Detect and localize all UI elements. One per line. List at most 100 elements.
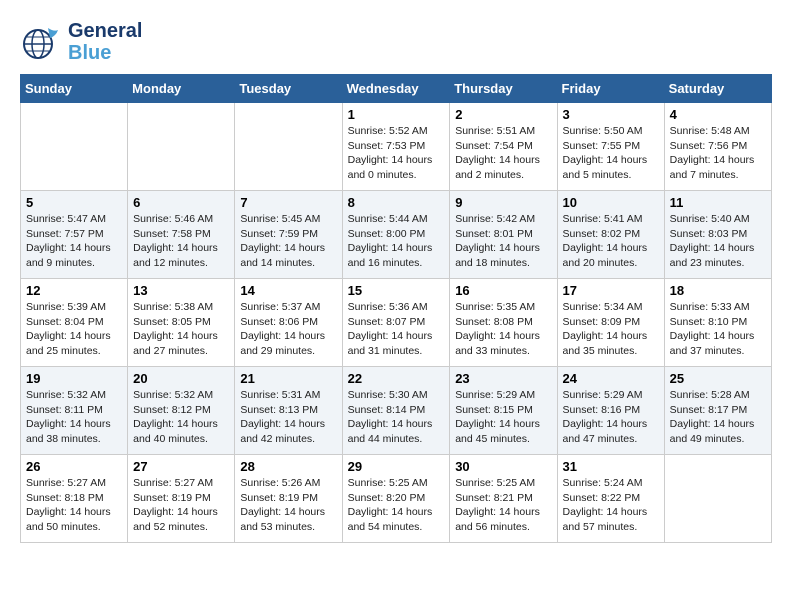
day-number: 19 <box>26 371 122 386</box>
calendar-cell: 10 Sunrise: 5:41 AM Sunset: 8:02 PM Dayli… <box>557 191 664 279</box>
calendar-cell: 31 Sunrise: 5:24 AM Sunset: 8:22 PM Dayli… <box>557 455 664 543</box>
day-info: Sunrise: 5:33 AM Sunset: 8:10 PM Dayligh… <box>670 300 766 359</box>
day-number: 14 <box>240 283 336 298</box>
calendar-cell: 9Sunrise: 5:42 AM Sunset: 8:01 PM Daylig… <box>450 191 557 279</box>
calendar-cell: 12 Sunrise: 5:39 AM Sunset: 8:04 PM Dayli… <box>21 279 128 367</box>
day-info: Sunrise: 5:50 AM Sunset: 7:55 PM Dayligh… <box>563 124 659 183</box>
calendar-cell <box>21 103 128 191</box>
day-info: Sunrise: 5:48 AM Sunset: 7:56 PM Dayligh… <box>670 124 766 183</box>
calendar-cell: 20 Sunrise: 5:32 AM Sunset: 8:12 PM Dayli… <box>128 367 235 455</box>
day-info: Sunrise: 5:32 AM Sunset: 8:11 PM Dayligh… <box>26 388 122 447</box>
calendar-cell <box>235 103 342 191</box>
calendar-cell: 3 Sunrise: 5:50 AM Sunset: 7:55 PM Daylig… <box>557 103 664 191</box>
day-info: Sunrise: 5:31 AM Sunset: 8:13 PM Dayligh… <box>240 388 336 447</box>
day-info: Sunrise: 5:37 AM Sunset: 8:06 PM Dayligh… <box>240 300 336 359</box>
calendar-cell: 4 Sunrise: 5:48 AM Sunset: 7:56 PM Daylig… <box>664 103 771 191</box>
calendar-cell: 21 Sunrise: 5:31 AM Sunset: 8:13 PM Dayli… <box>235 367 342 455</box>
day-number: 31 <box>563 459 659 474</box>
calendar-cell: 2Sunrise: 5:51 AM Sunset: 7:54 PM Daylig… <box>450 103 557 191</box>
calendar-cell: 14 Sunrise: 5:37 AM Sunset: 8:06 PM Dayli… <box>235 279 342 367</box>
day-info: Sunrise: 5:38 AM Sunset: 8:05 PM Dayligh… <box>133 300 229 359</box>
day-number: 13 <box>133 283 229 298</box>
calendar-cell: 18 Sunrise: 5:33 AM Sunset: 8:10 PM Dayli… <box>664 279 771 367</box>
day-info: Sunrise: 5:25 AM Sunset: 8:21 PM Dayligh… <box>455 476 551 535</box>
week-row-2: 5 Sunrise: 5:47 AM Sunset: 7:57 PM Daylig… <box>21 191 772 279</box>
day-info: Sunrise: 5:44 AM Sunset: 8:00 PM Dayligh… <box>348 212 445 271</box>
calendar-cell: 28 Sunrise: 5:26 AM Sunset: 8:19 PM Dayli… <box>235 455 342 543</box>
week-row-4: 19 Sunrise: 5:32 AM Sunset: 8:11 PM Dayli… <box>21 367 772 455</box>
day-info: Sunrise: 5:24 AM Sunset: 8:22 PM Dayligh… <box>563 476 659 535</box>
day-number: 29 <box>348 459 445 474</box>
calendar-cell: 22 Sunrise: 5:30 AM Sunset: 8:14 PM Dayli… <box>342 367 450 455</box>
day-header-thursday: Thursday <box>450 75 557 103</box>
day-info: Sunrise: 5:34 AM Sunset: 8:09 PM Dayligh… <box>563 300 659 359</box>
day-number: 24 <box>563 371 659 386</box>
calendar-cell: 13 Sunrise: 5:38 AM Sunset: 8:05 PM Dayli… <box>128 279 235 367</box>
day-number: 3 <box>563 107 659 122</box>
calendar-cell: 1 Sunrise: 5:52 AM Sunset: 7:53 PM Daylig… <box>342 103 450 191</box>
day-number: 30 <box>455 459 551 474</box>
week-row-5: 26Sunrise: 5:27 AM Sunset: 8:18 PM Dayli… <box>21 455 772 543</box>
calendar-table: SundayMondayTuesdayWednesdayThursdayFrid… <box>20 74 772 543</box>
day-info: Sunrise: 5:25 AM Sunset: 8:20 PM Dayligh… <box>348 476 445 535</box>
day-header-tuesday: Tuesday <box>235 75 342 103</box>
day-number: 11 <box>670 195 766 210</box>
day-info: Sunrise: 5:39 AM Sunset: 8:04 PM Dayligh… <box>26 300 122 359</box>
day-info: Sunrise: 5:47 AM Sunset: 7:57 PM Dayligh… <box>26 212 122 271</box>
day-info: Sunrise: 5:40 AM Sunset: 8:03 PM Dayligh… <box>670 212 766 271</box>
day-header-friday: Friday <box>557 75 664 103</box>
day-info: Sunrise: 5:28 AM Sunset: 8:17 PM Dayligh… <box>670 388 766 447</box>
day-number: 22 <box>348 371 445 386</box>
day-info: Sunrise: 5:32 AM Sunset: 8:12 PM Dayligh… <box>133 388 229 447</box>
calendar-cell: 30 Sunrise: 5:25 AM Sunset: 8:21 PM Dayli… <box>450 455 557 543</box>
calendar-cell: 16Sunrise: 5:35 AM Sunset: 8:08 PM Dayli… <box>450 279 557 367</box>
calendar-cell: 6 Sunrise: 5:46 AM Sunset: 7:58 PM Daylig… <box>128 191 235 279</box>
day-info: Sunrise: 5:29 AM Sunset: 8:15 PM Dayligh… <box>455 388 551 447</box>
day-number: 4 <box>670 107 766 122</box>
day-number: 10 <box>563 195 659 210</box>
day-number: 25 <box>670 371 766 386</box>
calendar-cell: 27 Sunrise: 5:27 AM Sunset: 8:19 PM Dayli… <box>128 455 235 543</box>
calendar-cell: 26Sunrise: 5:27 AM Sunset: 8:18 PM Dayli… <box>21 455 128 543</box>
day-info: Sunrise: 5:29 AM Sunset: 8:16 PM Dayligh… <box>563 388 659 447</box>
day-number: 6 <box>133 195 229 210</box>
day-number: 12 <box>26 283 122 298</box>
calendar-cell <box>664 455 771 543</box>
day-number: 5 <box>26 195 122 210</box>
day-number: 18 <box>670 283 766 298</box>
page-header: General Blue <box>20 20 772 64</box>
day-info: Sunrise: 5:30 AM Sunset: 8:14 PM Dayligh… <box>348 388 445 447</box>
day-number: 23 <box>455 371 551 386</box>
calendar-cell: 8Sunrise: 5:44 AM Sunset: 8:00 PM Daylig… <box>342 191 450 279</box>
day-number: 21 <box>240 371 336 386</box>
week-row-3: 12 Sunrise: 5:39 AM Sunset: 8:04 PM Dayli… <box>21 279 772 367</box>
day-info: Sunrise: 5:52 AM Sunset: 7:53 PM Dayligh… <box>348 124 445 183</box>
day-number: 20 <box>133 371 229 386</box>
day-info: Sunrise: 5:41 AM Sunset: 8:02 PM Dayligh… <box>563 212 659 271</box>
day-info: Sunrise: 5:27 AM Sunset: 8:19 PM Dayligh… <box>133 476 229 535</box>
day-number: 16 <box>455 283 551 298</box>
day-info: Sunrise: 5:46 AM Sunset: 7:58 PM Dayligh… <box>133 212 229 271</box>
day-number: 15 <box>348 283 445 298</box>
calendar-cell: 23 Sunrise: 5:29 AM Sunset: 8:15 PM Dayli… <box>450 367 557 455</box>
logo-text: General <box>68 20 142 42</box>
calendar-cell: 25 Sunrise: 5:28 AM Sunset: 8:17 PM Dayli… <box>664 367 771 455</box>
logo-blue-text: Blue <box>68 42 142 64</box>
day-number: 9 <box>455 195 551 210</box>
day-header-saturday: Saturday <box>664 75 771 103</box>
day-header-monday: Monday <box>128 75 235 103</box>
day-header-wednesday: Wednesday <box>342 75 450 103</box>
day-number: 27 <box>133 459 229 474</box>
day-number: 28 <box>240 459 336 474</box>
logo: General Blue <box>20 20 142 64</box>
day-info: Sunrise: 5:36 AM Sunset: 8:07 PM Dayligh… <box>348 300 445 359</box>
calendar-cell: 17 Sunrise: 5:34 AM Sunset: 8:09 PM Dayli… <box>557 279 664 367</box>
calendar-cell: 5 Sunrise: 5:47 AM Sunset: 7:57 PM Daylig… <box>21 191 128 279</box>
day-info: Sunrise: 5:26 AM Sunset: 8:19 PM Dayligh… <box>240 476 336 535</box>
day-number: 17 <box>563 283 659 298</box>
day-number: 1 <box>348 107 445 122</box>
day-number: 7 <box>240 195 336 210</box>
day-info: Sunrise: 5:27 AM Sunset: 8:18 PM Dayligh… <box>26 476 122 535</box>
day-number: 2 <box>455 107 551 122</box>
calendar-cell: 11 Sunrise: 5:40 AM Sunset: 8:03 PM Dayli… <box>664 191 771 279</box>
